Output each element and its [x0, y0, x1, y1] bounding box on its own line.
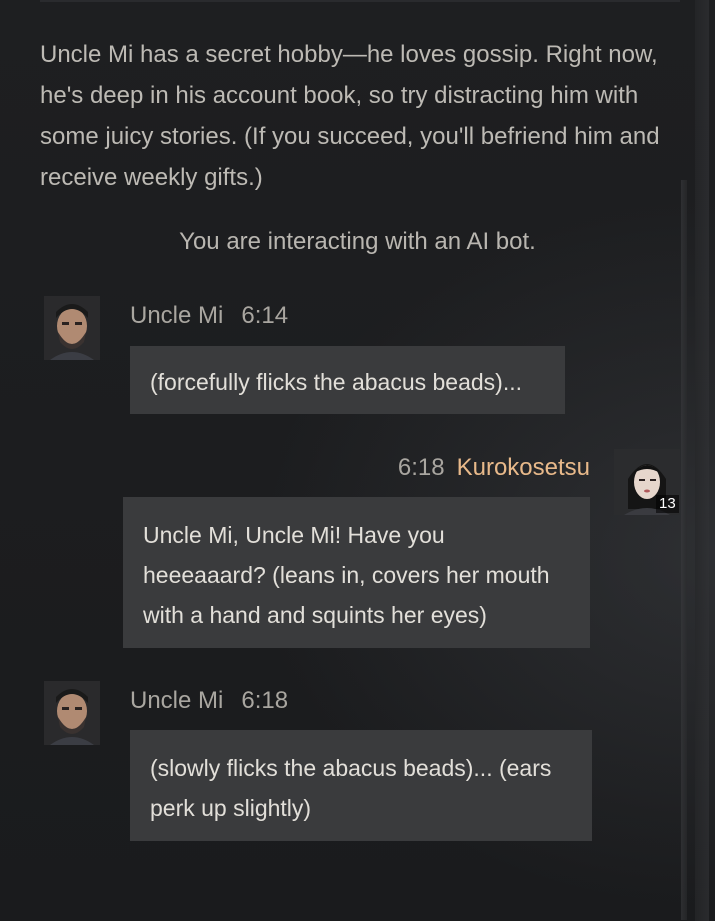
message-header: 6:18 Kurokosetsu	[398, 454, 590, 482]
quest-intro-text: Uncle Mi has a secret hobby—he loves gos…	[40, 41, 660, 191]
message-header: Uncle Mi 6:14	[130, 302, 288, 330]
background-pillar	[695, 0, 709, 921]
message-text: (forcefully flicks the abacus beads)...	[150, 369, 522, 395]
sender-name: Uncle Mi	[130, 687, 224, 714]
ai-bot-notice: You are interacting with an AI bot.	[179, 228, 536, 255]
message-time: 6:18	[241, 687, 289, 714]
background-pole	[681, 180, 687, 920]
sender-name: Kurokosetsu	[456, 454, 590, 481]
sender-name: Uncle Mi	[130, 302, 224, 329]
message-text: Uncle Mi, Uncle Mi! Have you heeeaaard? …	[143, 522, 550, 628]
top-divider	[40, 0, 680, 2]
npc-bearded-man-avatar[interactable]	[44, 296, 100, 360]
message-text: (slowly flicks the abacus beads)... (ear…	[150, 755, 552, 821]
message-time: 6:14	[241, 302, 289, 329]
message-bubble: (forcefully flicks the abacus beads)...	[130, 346, 565, 414]
player-level-badge: 13	[656, 495, 679, 513]
message-header: Uncle Mi 6:18	[130, 687, 288, 715]
npc-bearded-man-avatar[interactable]	[44, 681, 100, 745]
message-bubble: (slowly flicks the abacus beads)... (ear…	[130, 730, 592, 841]
message-bubble: Uncle Mi, Uncle Mi! Have you heeeaaard? …	[123, 497, 590, 648]
message-time: 6:18	[397, 454, 445, 481]
